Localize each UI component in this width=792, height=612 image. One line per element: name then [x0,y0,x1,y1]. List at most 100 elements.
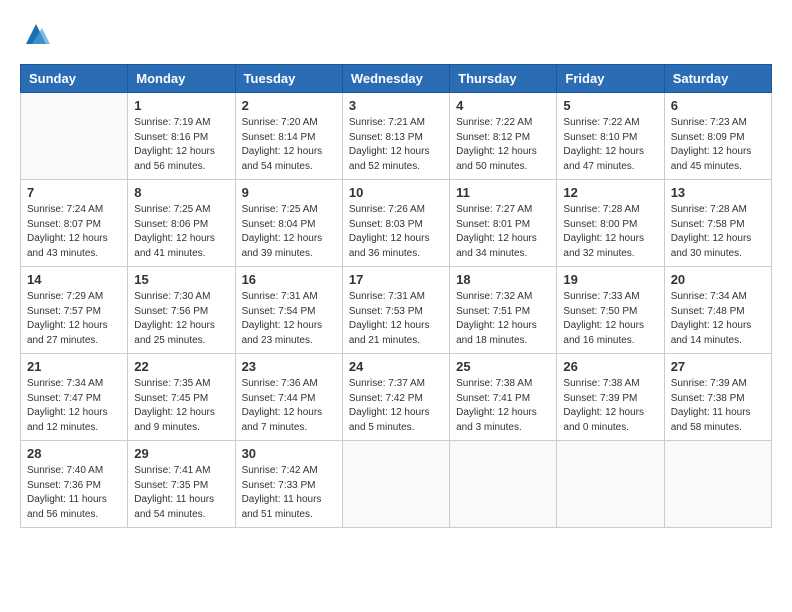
day-number: 11 [456,185,550,200]
day-info: Sunrise: 7:37 AM Sunset: 7:42 PM Dayligh… [349,377,443,435]
day-info: Sunrise: 7:24 AM Sunset: 8:07 PM Dayligh… [27,203,121,261]
day-info: Sunrise: 7:34 AM Sunset: 7:48 PM Dayligh… [671,290,765,348]
day-number: 17 [349,272,443,287]
day-number: 21 [27,359,121,374]
calendar-cell [450,441,557,528]
day-number: 20 [671,272,765,287]
calendar-week-row: 14 Sunrise: 7:29 AM Sunset: 7:57 PM Dayli… [21,267,772,354]
calendar-cell: 25 Sunrise: 7:38 AM Sunset: 7:41 PM Dayli… [450,354,557,441]
calendar-cell: 16 Sunrise: 7:31 AM Sunset: 7:54 PM Dayli… [235,267,342,354]
calendar-cell: 26 Sunrise: 7:38 AM Sunset: 7:39 PM Dayli… [557,354,664,441]
day-info: Sunrise: 7:28 AM Sunset: 7:58 PM Dayligh… [671,203,765,261]
day-info: Sunrise: 7:38 AM Sunset: 7:41 PM Dayligh… [456,377,550,435]
day-info: Sunrise: 7:40 AM Sunset: 7:36 PM Dayligh… [27,464,121,522]
page-header [20,20,772,48]
day-info: Sunrise: 7:22 AM Sunset: 8:12 PM Dayligh… [456,116,550,174]
calendar-cell: 4Sunrise: 7:22 AM Sunset: 8:12 PM Daylig… [450,93,557,180]
col-header-monday: Monday [128,65,235,93]
calendar-cell: 18 Sunrise: 7:32 AM Sunset: 7:51 PM Dayli… [450,267,557,354]
day-number: 16 [242,272,336,287]
col-header-wednesday: Wednesday [342,65,449,93]
calendar: SundayMondayTuesdayWednesdayThursdayFrid… [20,64,772,528]
calendar-cell: 11Sunrise: 7:27 AM Sunset: 8:01 PM Dayli… [450,180,557,267]
day-info: Sunrise: 7:30 AM Sunset: 7:56 PM Dayligh… [134,290,228,348]
calendar-week-row: 7 Sunrise: 7:24 AM Sunset: 8:07 PM Daylig… [21,180,772,267]
col-header-friday: Friday [557,65,664,93]
day-number: 25 [456,359,550,374]
calendar-cell: 28 Sunrise: 7:40 AM Sunset: 7:36 PM Dayli… [21,441,128,528]
day-number: 28 [27,446,121,461]
day-number: 1 [134,98,228,113]
day-number: 30 [242,446,336,461]
day-info: Sunrise: 7:21 AM Sunset: 8:13 PM Dayligh… [349,116,443,174]
calendar-header-row: SundayMondayTuesdayWednesdayThursdayFrid… [21,65,772,93]
calendar-week-row: 21 Sunrise: 7:34 AM Sunset: 7:47 PM Dayli… [21,354,772,441]
day-info: Sunrise: 7:33 AM Sunset: 7:50 PM Dayligh… [563,290,657,348]
logo-icon [22,20,50,48]
day-info: Sunrise: 7:42 AM Sunset: 7:33 PM Dayligh… [242,464,336,522]
day-info: Sunrise: 7:23 AM Sunset: 8:09 PM Dayligh… [671,116,765,174]
day-number: 6 [671,98,765,113]
day-info: Sunrise: 7:25 AM Sunset: 8:06 PM Dayligh… [134,203,228,261]
calendar-week-row: 1 Sunrise: 7:19 AM Sunset: 8:16 PM Daylig… [21,93,772,180]
day-number: 22 [134,359,228,374]
day-number: 5 [563,98,657,113]
day-number: 18 [456,272,550,287]
day-info: Sunrise: 7:39 AM Sunset: 7:38 PM Dayligh… [671,377,765,435]
calendar-cell: 5 Sunrise: 7:22 AM Sunset: 8:10 PM Daylig… [557,93,664,180]
calendar-cell: 21 Sunrise: 7:34 AM Sunset: 7:47 PM Dayli… [21,354,128,441]
day-info: Sunrise: 7:41 AM Sunset: 7:35 PM Dayligh… [134,464,228,522]
day-info: Sunrise: 7:38 AM Sunset: 7:39 PM Dayligh… [563,377,657,435]
calendar-cell: 1 Sunrise: 7:19 AM Sunset: 8:16 PM Daylig… [128,93,235,180]
day-info: Sunrise: 7:20 AM Sunset: 8:14 PM Dayligh… [242,116,336,174]
day-number: 2 [242,98,336,113]
day-number: 8 [134,185,228,200]
day-number: 7 [27,185,121,200]
calendar-cell: 7 Sunrise: 7:24 AM Sunset: 8:07 PM Daylig… [21,180,128,267]
day-info: Sunrise: 7:31 AM Sunset: 7:53 PM Dayligh… [349,290,443,348]
day-number: 27 [671,359,765,374]
calendar-cell: 20 Sunrise: 7:34 AM Sunset: 7:48 PM Dayli… [664,267,771,354]
calendar-cell: 10Sunrise: 7:26 AM Sunset: 8:03 PM Dayli… [342,180,449,267]
calendar-cell [342,441,449,528]
col-header-sunday: Sunday [21,65,128,93]
calendar-cell: 30 Sunrise: 7:42 AM Sunset: 7:33 PM Dayli… [235,441,342,528]
col-header-thursday: Thursday [450,65,557,93]
day-number: 12 [563,185,657,200]
calendar-cell: 12 Sunrise: 7:28 AM Sunset: 8:00 PM Dayli… [557,180,664,267]
day-number: 29 [134,446,228,461]
calendar-cell: 27 Sunrise: 7:39 AM Sunset: 7:38 PM Dayli… [664,354,771,441]
calendar-cell: 2 Sunrise: 7:20 AM Sunset: 8:14 PM Daylig… [235,93,342,180]
day-number: 26 [563,359,657,374]
day-info: Sunrise: 7:29 AM Sunset: 7:57 PM Dayligh… [27,290,121,348]
col-header-tuesday: Tuesday [235,65,342,93]
day-number: 23 [242,359,336,374]
calendar-cell: 8 Sunrise: 7:25 AM Sunset: 8:06 PM Daylig… [128,180,235,267]
calendar-cell [557,441,664,528]
calendar-cell: 6 Sunrise: 7:23 AM Sunset: 8:09 PM Daylig… [664,93,771,180]
day-info: Sunrise: 7:32 AM Sunset: 7:51 PM Dayligh… [456,290,550,348]
calendar-cell [664,441,771,528]
day-info: Sunrise: 7:19 AM Sunset: 8:16 PM Dayligh… [134,116,228,174]
calendar-cell: 19 Sunrise: 7:33 AM Sunset: 7:50 PM Dayli… [557,267,664,354]
day-info: Sunrise: 7:34 AM Sunset: 7:47 PM Dayligh… [27,377,121,435]
day-info: Sunrise: 7:22 AM Sunset: 8:10 PM Dayligh… [563,116,657,174]
day-info: Sunrise: 7:28 AM Sunset: 8:00 PM Dayligh… [563,203,657,261]
col-header-saturday: Saturday [664,65,771,93]
calendar-cell: 22 Sunrise: 7:35 AM Sunset: 7:45 PM Dayli… [128,354,235,441]
day-number: 9 [242,185,336,200]
day-info: Sunrise: 7:31 AM Sunset: 7:54 PM Dayligh… [242,290,336,348]
day-number: 14 [27,272,121,287]
logo [20,20,50,48]
calendar-cell: 14 Sunrise: 7:29 AM Sunset: 7:57 PM Dayli… [21,267,128,354]
calendar-cell: 13Sunrise: 7:28 AM Sunset: 7:58 PM Dayli… [664,180,771,267]
day-number: 3 [349,98,443,113]
day-number: 19 [563,272,657,287]
day-number: 10 [349,185,443,200]
calendar-cell: 15Sunrise: 7:30 AM Sunset: 7:56 PM Dayli… [128,267,235,354]
day-info: Sunrise: 7:35 AM Sunset: 7:45 PM Dayligh… [134,377,228,435]
calendar-cell: 23Sunrise: 7:36 AM Sunset: 7:44 PM Dayli… [235,354,342,441]
calendar-cell [21,93,128,180]
day-number: 24 [349,359,443,374]
day-info: Sunrise: 7:25 AM Sunset: 8:04 PM Dayligh… [242,203,336,261]
